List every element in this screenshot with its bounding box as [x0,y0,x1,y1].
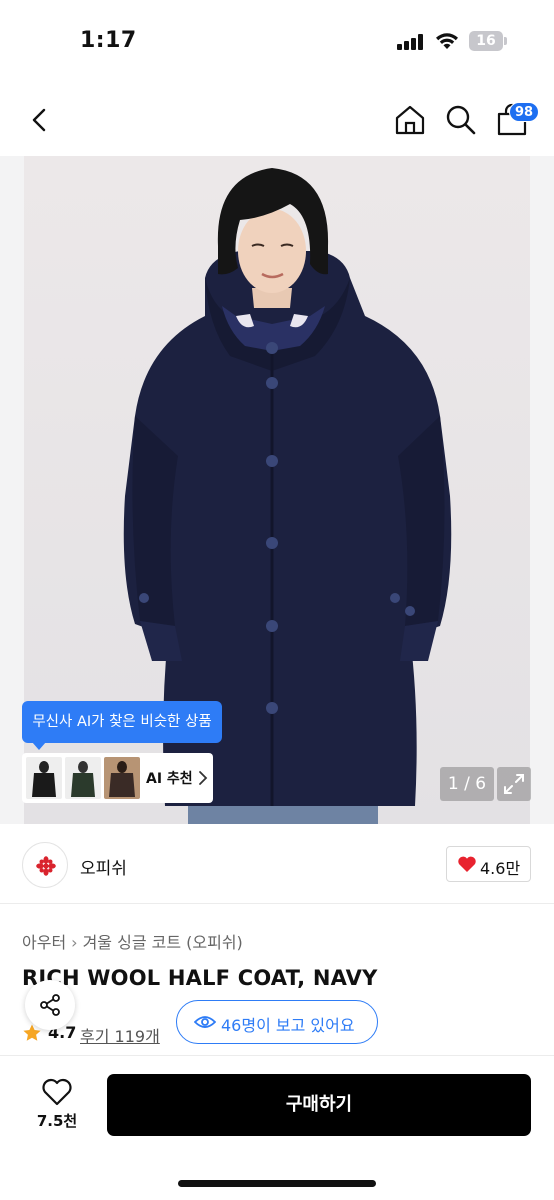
brand-logo[interactable] [22,842,68,888]
expand-icon[interactable] [497,767,531,801]
product-title: RICH WOOL HALF COAT, NAVY [22,966,378,990]
image-counter: 1 / 6 [440,767,494,801]
live-viewers-badge: 46명이 보고 있어요 [176,1000,378,1044]
live-viewers-text: 46명이 보고 있어요 [221,1016,355,1035]
review-count-link[interactable]: 후기 119개 [80,1023,160,1047]
ai-recommend-label: AI 추천 [146,771,193,787]
heart-outline-icon [42,1078,72,1106]
chevron-right-icon: › [71,933,78,952]
status-time: 1:17 [80,28,137,53]
breadcrumb-subcategory[interactable]: 겨울 싱글 코트 (오피쉬) [83,929,243,953]
similar-product-thumb [104,757,140,799]
breadcrumb: 아우터 › 겨울 싱글 코트 (오피쉬) [22,929,243,953]
cart-count-badge: 98 [509,102,540,122]
battery-icon: 16 [469,31,503,51]
ai-recommend-tooltip: 무신사 AI가 찾은 비슷한 상품 [22,701,222,743]
eye-icon [194,1016,216,1028]
home-icon[interactable] [392,102,428,138]
share-icon [40,994,60,1016]
wishlist-button[interactable]: 7.5천 [30,1078,84,1138]
buy-button[interactable]: 구매하기 [107,1074,531,1136]
brand-like-count: 4.6만 [480,859,521,878]
chevron-right-icon [199,771,208,785]
brand-name[interactable]: 오피쉬 [80,854,127,879]
wifi-icon [436,33,458,49]
wishlist-count: 7.5천 [36,1112,78,1130]
search-icon[interactable] [443,102,479,138]
breadcrumb-category[interactable]: 아우터 [22,929,66,953]
cellular-signal-icon [397,34,423,50]
brand-like-button[interactable]: 4.6만 [446,846,531,882]
heart-filled-icon [458,856,476,872]
brand-row: 오피쉬 4.6만 [0,826,554,904]
battery-cap [504,37,507,45]
similar-product-thumb [26,757,62,799]
status-bar: 1:17 16 [0,0,554,80]
bottom-action-bar: 7.5천 구매하기 [0,1055,554,1200]
top-nav-bar [0,92,554,152]
ai-recommend-button[interactable]: AI 추천 [22,753,213,803]
brand-logo-icon [36,856,56,876]
back-arrow-icon[interactable] [22,102,58,138]
ai-tooltip-tail [32,742,46,750]
similar-product-thumb [65,757,101,799]
share-button[interactable] [25,980,75,1030]
home-indicator [178,1180,376,1187]
